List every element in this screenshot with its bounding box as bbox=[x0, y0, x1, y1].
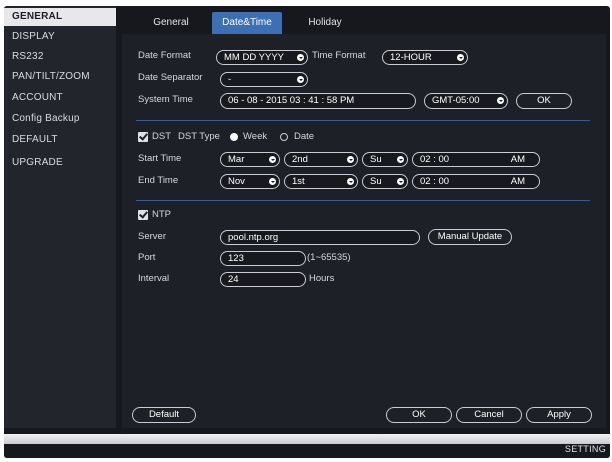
date-time-panel: Date Format MM DD YYYY Time Format 12-HO… bbox=[122, 34, 606, 428]
sidebar-item-upgrade[interactable]: UPGRADE bbox=[4, 154, 116, 172]
system-time-field[interactable]: 06 - 08 - 2015 03 : 41 : 58 PM bbox=[220, 93, 416, 109]
dst-type-date-label: Date bbox=[294, 131, 315, 142]
chevron-down-icon bbox=[269, 156, 276, 163]
sidebar-item-rs232[interactable]: RS232 bbox=[4, 48, 116, 66]
port-input[interactable]: 123 bbox=[220, 251, 306, 266]
tab-bar: General Date&Time Holiday bbox=[122, 12, 610, 34]
dst-checkbox[interactable] bbox=[138, 132, 148, 142]
end-day-value: Su bbox=[370, 176, 382, 187]
chevron-down-icon bbox=[269, 178, 276, 185]
default-button[interactable]: Default bbox=[132, 407, 196, 423]
server-label: Server bbox=[138, 231, 166, 242]
end-ampm: AM bbox=[510, 176, 525, 187]
chevron-down-icon bbox=[397, 178, 404, 185]
manual-update-button[interactable]: Manual Update bbox=[428, 229, 512, 245]
start-day-value: Su bbox=[370, 154, 382, 165]
timezone-value: GMT-05:00 bbox=[432, 95, 480, 106]
sidebar: GENERAL DISPLAY RS232 PAN/TILT/ZOOM ACCO… bbox=[4, 6, 116, 428]
date-format-value: MM DD YYYY bbox=[224, 52, 285, 63]
tab-date-time[interactable]: Date&Time bbox=[212, 12, 282, 34]
divider bbox=[136, 200, 590, 201]
sidebar-item-account[interactable]: ACCOUNT bbox=[4, 89, 116, 107]
interval-unit: Hours bbox=[309, 273, 335, 284]
date-format-dropdown[interactable]: MM DD YYYY bbox=[216, 50, 308, 65]
sidebar-item-default[interactable]: DEFAULT bbox=[4, 131, 116, 149]
timezone-dropdown[interactable]: GMT-05:00 bbox=[424, 93, 508, 109]
ntp-label: NTP bbox=[152, 209, 171, 220]
status-bar-label: SETTING bbox=[564, 444, 606, 454]
settings-window: GENERAL DISPLAY RS232 PAN/TILT/ZOOM ACCO… bbox=[4, 6, 610, 458]
end-week-dropdown[interactable]: 1st bbox=[284, 174, 358, 189]
sidebar-item-general[interactable]: GENERAL bbox=[4, 8, 116, 26]
start-time-field[interactable]: 02 : 00 AM bbox=[412, 152, 540, 167]
chevron-down-icon bbox=[397, 156, 404, 163]
end-day-dropdown[interactable]: Su bbox=[362, 174, 408, 189]
dst-type-label: DST Type bbox=[178, 131, 220, 142]
status-strip bbox=[4, 434, 610, 444]
start-week-value: 2nd bbox=[292, 154, 308, 165]
time-format-dropdown[interactable]: 12-HOUR bbox=[382, 50, 468, 65]
start-month-dropdown[interactable]: Mar bbox=[220, 152, 280, 167]
end-month-dropdown[interactable]: Nov bbox=[220, 174, 280, 189]
end-month-value: Nov bbox=[228, 176, 245, 187]
dst-type-week-radio[interactable] bbox=[230, 133, 238, 141]
ok-button[interactable]: OK bbox=[386, 407, 452, 423]
interval-label: Interval bbox=[138, 273, 170, 284]
end-week-value: 1st bbox=[292, 176, 305, 187]
apply-button[interactable]: Apply bbox=[526, 407, 592, 423]
chevron-down-icon bbox=[457, 54, 464, 61]
chevron-down-icon bbox=[347, 178, 354, 185]
date-separator-dropdown[interactable]: - bbox=[220, 72, 308, 87]
divider bbox=[136, 120, 590, 121]
tab-general[interactable]: General bbox=[136, 12, 206, 34]
end-time-value: 02 : 00 bbox=[420, 176, 450, 187]
start-week-dropdown[interactable]: 2nd bbox=[284, 152, 358, 167]
time-format-label: Time Format bbox=[312, 50, 366, 61]
chevron-down-icon bbox=[297, 54, 304, 61]
chevron-down-icon bbox=[297, 76, 304, 83]
chevron-down-icon bbox=[347, 156, 354, 163]
start-day-dropdown[interactable]: Su bbox=[362, 152, 408, 167]
start-time-label: Start Time bbox=[138, 153, 182, 164]
system-time-ok-button[interactable]: OK bbox=[516, 93, 572, 109]
date-separator-value: - bbox=[228, 74, 232, 85]
start-month-value: Mar bbox=[228, 154, 245, 165]
port-label: Port bbox=[138, 252, 156, 263]
dst-type-week-label: Week bbox=[243, 131, 268, 142]
server-input[interactable]: pool.ntp.org bbox=[220, 230, 420, 245]
interval-input[interactable]: 24 bbox=[220, 272, 306, 287]
end-time-field[interactable]: 02 : 00 AM bbox=[412, 174, 540, 189]
end-time-label: End Time bbox=[138, 175, 179, 186]
sidebar-item-display[interactable]: DISPLAY bbox=[4, 28, 116, 46]
tab-holiday[interactable]: Holiday bbox=[290, 12, 360, 34]
chevron-down-icon bbox=[497, 97, 504, 104]
port-range-hint: (1~65535) bbox=[307, 252, 351, 263]
ntp-checkbox[interactable] bbox=[138, 210, 148, 220]
dst-type-date-radio[interactable] bbox=[280, 133, 288, 141]
dst-label: DST bbox=[152, 131, 171, 142]
date-separator-label: Date Separator bbox=[138, 72, 203, 83]
cancel-button[interactable]: Cancel bbox=[456, 407, 522, 423]
status-bar: SETTING bbox=[4, 430, 610, 458]
system-time-label: System Time bbox=[138, 94, 193, 105]
start-time-value: 02 : 00 bbox=[420, 154, 450, 165]
date-format-label: Date Format bbox=[138, 50, 191, 61]
sidebar-item-pan-tilt-zoom[interactable]: PAN/TILT/ZOOM bbox=[4, 68, 116, 86]
start-ampm: AM bbox=[510, 154, 525, 165]
sidebar-item-config-backup[interactable]: Config Backup bbox=[4, 110, 116, 128]
time-format-value: 12-HOUR bbox=[390, 52, 432, 63]
